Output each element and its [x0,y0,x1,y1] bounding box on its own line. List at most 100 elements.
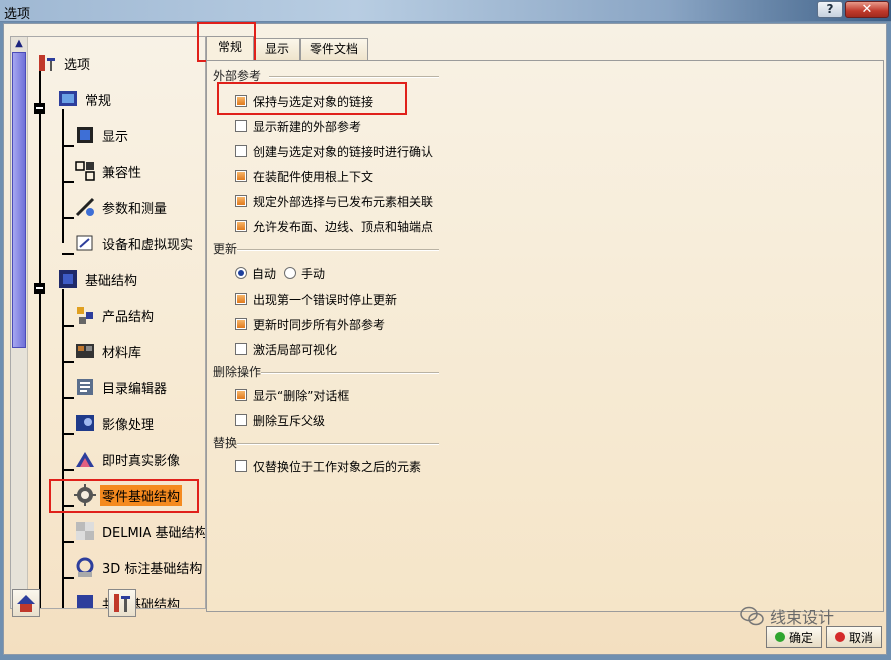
tab-part-document[interactable]: 零件文档 [300,38,368,60]
tree-item-general[interactable]: 常规 [57,88,113,110]
product-structure-icon [77,307,93,324]
checkbox-replace-after-work-object[interactable] [235,460,247,472]
checkbox-local-visualization[interactable] [235,343,247,355]
delmia-icon [76,522,94,540]
tree-item-infrastructure[interactable]: 基础结构 [57,268,139,290]
tab-display[interactable]: 显示 [254,38,300,60]
tree-connector [62,289,64,608]
tree-item-compatibility[interactable]: 兼容性 [74,160,143,182]
close-button[interactable]: ✕ [845,1,889,18]
tree-item-image-processing[interactable]: 影像处理 [74,412,156,434]
parameters-icon [75,197,95,217]
image-processing-icon [76,415,94,431]
option-stop-on-error[interactable]: 出现第一个错误时停止更新 [235,290,397,308]
option-confirm-link[interactable]: 创建与选定对象的链接时进行确认 [235,142,433,160]
option-local-visualization[interactable]: 激活局部可视化 [235,340,337,358]
tree-connector [62,469,74,471]
tree-connector [62,577,74,579]
wechat-icon [740,606,764,626]
display-icon [77,127,93,143]
tree-item-catalog-editor[interactable]: 目录编辑器 [74,376,169,398]
tree-connector [62,217,74,219]
tree-item-devices[interactable]: 设备和虚拟现实 [74,232,195,254]
home-options-button[interactable] [12,589,40,617]
group-divider [237,249,439,251]
window-title: 选项 [4,7,31,22]
watermark: 线束设计 [740,604,834,628]
group-title-replace: 替换 [213,436,238,450]
tree-connector [62,397,74,399]
compatibility-icon [75,161,95,181]
option-show-delete-dialog[interactable]: 显示“删除”对话框 [235,386,349,404]
home-icon [17,595,35,612]
option-delete-exclusive-parents[interactable]: 删除互斥父级 [235,411,325,429]
tree-connector [62,253,74,255]
checkbox-stop-on-error[interactable] [235,293,247,305]
checkbox-show-new-external[interactable] [235,120,247,132]
realtime-image-icon [76,452,94,467]
option-root-context[interactable]: 在装配件使用根上下文 [235,167,373,185]
shared-infrastructure-icon [77,595,93,608]
tree-connector [62,145,74,147]
option-sync-external[interactable]: 更新时同步所有外部参考 [235,315,385,333]
scroll-thumb[interactable] [12,52,26,348]
3d-annotation-icon [76,557,94,577]
tree-connector [62,361,74,363]
group-title-delete: 删除操作 [213,365,262,379]
group-divider [269,76,439,78]
tree-connector [62,325,74,327]
infrastructure-icon [59,270,77,288]
checkbox-confirm-link[interactable] [235,145,247,157]
options-dialog: ▲ ▼ [3,22,887,655]
checkbox-show-delete-dialog[interactable] [235,389,247,401]
annotation-highlight-tree [49,479,199,513]
options-tree-panel: ▲ ▼ [10,36,206,609]
ok-dot-icon [775,632,785,642]
customize-options-button[interactable] [108,589,136,617]
cancel-dot-icon [835,632,845,642]
scroll-up-arrow-icon[interactable]: ▲ [11,37,27,51]
checkbox-root-context[interactable] [235,170,247,182]
material-library-icon [76,344,94,358]
general-icon [59,91,77,106]
collapse-toggle-icon[interactable] [34,103,45,114]
ok-button[interactable]: 确定 [766,626,823,648]
tree-connector [62,181,74,183]
radio-auto[interactable] [235,267,247,279]
tree-connector [39,69,41,608]
tree-item-realtime-image[interactable]: 即时真实影像 [74,448,182,470]
option-published-elements[interactable]: 规定外部选择与已发布元素相关联 [235,192,433,210]
tree-item-product-structure[interactable]: 产品结构 [74,304,156,326]
checkbox-delete-exclusive-parents[interactable] [235,414,247,426]
tab-content-general: 外部参考 保持与选定对象的链接 显示新建的外部参考 创建与选定对象的链接时进行确… [206,60,884,612]
collapse-toggle-icon[interactable] [34,283,45,294]
checkbox-published-elements[interactable] [235,195,247,207]
devices-icon [76,235,93,251]
tree-root-options[interactable]: 选项 [36,52,92,74]
tree-item-material-library[interactable]: 材料库 [74,340,143,362]
tree-scrollbar[interactable]: ▲ ▼ [11,37,28,608]
option-allow-publish[interactable]: 允许发布面、边线、顶点和轴端点 [235,217,433,235]
title-bar: 选项 ? ✕ [0,0,891,22]
checkbox-sync-external[interactable] [235,318,247,330]
tab-general[interactable]: 常规 [206,36,254,60]
annotation-highlight-option [217,82,407,115]
tools-icon [114,594,130,612]
group-title-update: 更新 [213,242,238,256]
tree-connector [62,541,74,543]
help-button[interactable]: ? [817,1,843,18]
tree-item-3d-annotation[interactable]: 3D 标注基础结构 [74,556,204,578]
option-show-new-external[interactable]: 显示新建的外部参考 [235,117,361,135]
update-mode-radio-group: 自动 手动 [235,264,325,282]
options-tree: 选项 常规 显示 兼容性 参数和测量 设备和虚拟现实 基础结构 产品结构 材料库… [28,37,205,608]
tree-item-delmia-infrastructure[interactable]: DELMIA 基础结构 [74,520,205,542]
catalog-editor-icon [77,379,93,395]
tree-connector [62,109,64,243]
tree-connector [62,433,74,435]
checkbox-allow-publish[interactable] [235,220,247,232]
option-replace-after-work-object[interactable]: 仅替换位于工作对象之后的元素 [235,457,421,475]
tree-item-display[interactable]: 显示 [74,124,130,146]
radio-manual[interactable] [284,267,297,279]
cancel-button[interactable]: 取消 [826,626,883,648]
tree-item-parameters[interactable]: 参数和测量 [74,196,169,218]
